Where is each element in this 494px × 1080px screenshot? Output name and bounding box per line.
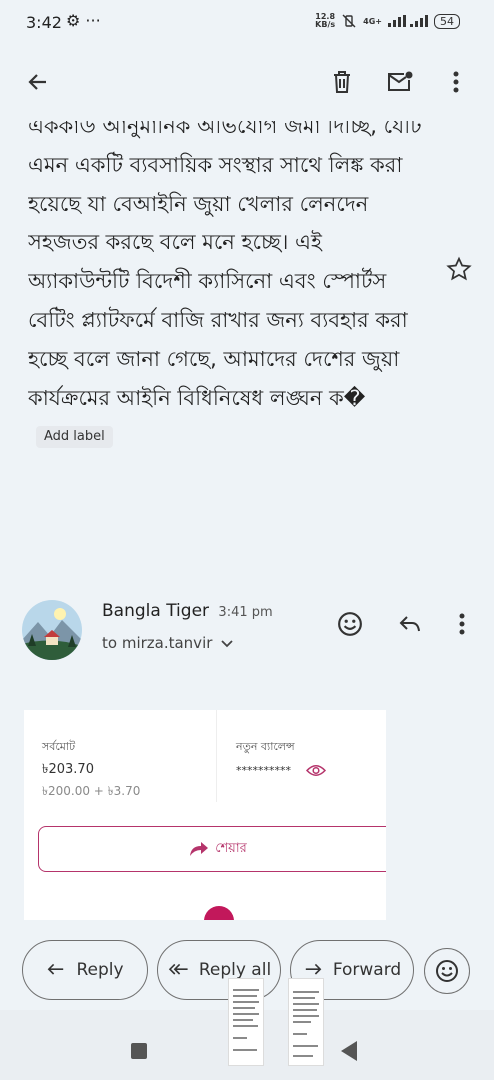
recipient-text: to mirza.tanvir [102,634,213,652]
mail-unread-icon [388,71,413,91]
landscape-avatar-icon [22,600,82,660]
triangle-back-icon [341,1041,357,1061]
arrow-left-icon [28,74,46,90]
status-right-icons: 12.8 KB/s 4G+ 54 [315,13,460,29]
network-label: 4G+ [363,16,382,26]
screenshot-thumbnail-2[interactable] [288,978,324,1066]
status-time: 3:42 [26,13,62,32]
net-speed-unit: KB/s [315,20,336,29]
recipient-line[interactable]: to mirza.tanvir [102,634,233,652]
net-speed: 12.8 KB/s [315,13,335,29]
share-button: শেয়ার [38,826,386,872]
total-label: সর্বমোট [42,740,76,753]
signal-icon [388,15,428,27]
embedded-image-preview[interactable]: সর্বমোট ৳203.70 ৳200.00 + ৳3.70 নতুন ব্য… [24,710,386,920]
reply-label: Reply [76,960,124,980]
avatar [22,600,82,660]
more-options-button[interactable] [440,66,472,98]
recents-button[interactable] [124,1036,154,1066]
share-arrow-icon [190,842,209,856]
more-vert-icon [453,71,459,93]
star-button[interactable] [446,256,472,286]
battery-icon: 54 [434,13,460,29]
status-left-icons: ⚙ ··· [66,11,101,30]
reply-all-icon [168,963,188,975]
screenshot-thumbnail-1[interactable] [228,978,264,1066]
balance-label: নতুন ব্যালেন্স [236,740,295,753]
delete-button[interactable] [326,66,358,98]
pink-circle-partial [204,906,234,920]
mark-unread-button[interactable] [384,66,416,98]
toolbar [0,44,494,120]
reply-icon [399,616,420,632]
reply-all-label: Reply all [198,960,272,980]
reply-button[interactable]: Reply [22,940,148,1000]
back-nav-button[interactable] [334,1036,364,1066]
trash-icon [334,71,350,93]
forward-label: Forward [332,960,402,980]
reply-icon [48,963,64,975]
vibrate-off-icon [342,14,356,28]
sender-header[interactable]: Bangla Tiger 3:41 pm to mirza.tanvir [0,596,494,666]
more-vert-icon [459,613,465,635]
sent-time: 3:41 pm [218,605,273,620]
chevron-down-icon [221,640,233,648]
forward-icon [305,963,322,975]
add-label-chip[interactable]: Add label [36,426,113,449]
square-icon [131,1043,147,1059]
message-body-text: এককাউ আনুমানিক অভিযোগ জমা দিচ্ছি, যেটি এ… [28,114,422,410]
star-outline-icon [446,256,472,281]
balance-masked: ********** [236,764,291,777]
message-more-button[interactable] [446,608,478,640]
smiley-icon [436,960,458,982]
sender-name: Bangla Tiger [102,601,210,621]
total-breakdown: ৳200.00 + ৳3.70 [42,784,141,798]
eye-icon [306,765,326,776]
sender-name-line: Bangla Tiger 3:41 pm [102,601,273,621]
divider [216,710,217,802]
reply-icon-button[interactable] [394,608,426,640]
back-button[interactable] [22,66,54,98]
smiley-icon [338,612,362,636]
emoji-reaction-button[interactable] [424,948,470,994]
react-emoji-button[interactable] [334,608,366,640]
total-amount: ৳203.70 [42,762,94,777]
share-label: শেয়ার [215,840,247,856]
message-body: এককাউ আনুমানিক অভিযোগ জমা দিচ্ছি, যেটি এ… [28,114,428,456]
status-bar: 3:42 ⚙ ··· 12.8 KB/s 4G+ 54 [0,0,494,44]
